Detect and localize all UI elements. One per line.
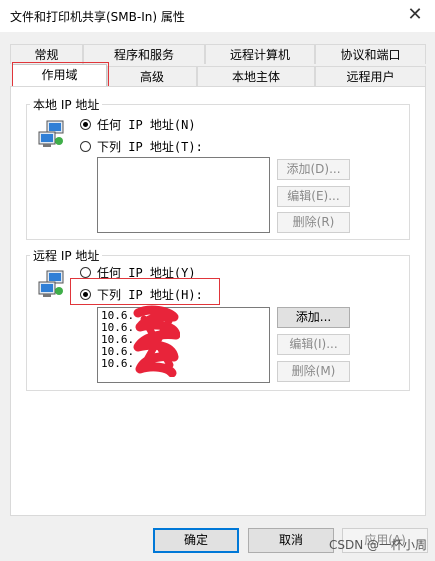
remote-remove-button[interactable]: 删除(M) [277, 361, 350, 382]
local-list-ip-label: 下列 IP 地址(T): [97, 140, 203, 154]
local-edit-button[interactable]: 编辑(E)... [277, 186, 350, 207]
local-any-ip-option[interactable]: 任何 IP 地址(N) [80, 117, 196, 133]
cancel-button[interactable]: 取消 [248, 528, 334, 553]
window-title: 文件和打印机共享(SMB-In) 属性 [10, 10, 185, 24]
local-any-ip-label: 任何 IP 地址(N) [97, 118, 196, 132]
local-ip-group-title: 本地 IP 地址 [30, 96, 103, 113]
local-add-button[interactable]: 添加(D)... [277, 159, 350, 180]
remote-list-option-highlight [70, 278, 220, 305]
tab-programs-services[interactable]: 程序和服务 [83, 44, 205, 64]
local-any-ip-radio[interactable] [80, 119, 91, 130]
close-button[interactable]: ✕ [395, 0, 435, 32]
list-item[interactable]: 10.6. [98, 358, 269, 370]
remote-ip-list[interactable]: 10.6. 10.6. 10.6. 10.6. 10.6. [97, 307, 270, 383]
remote-add-button[interactable]: 添加... [277, 307, 350, 328]
tab-general[interactable]: 常规 [10, 44, 83, 64]
tab-protocols-ports[interactable]: 协议和端口 [315, 44, 426, 64]
remote-any-ip-radio[interactable] [80, 267, 91, 278]
tab-advanced[interactable]: 高级 [107, 66, 197, 86]
local-remove-button[interactable]: 删除(R) [277, 212, 350, 233]
local-list-ip-radio[interactable] [80, 141, 91, 152]
remote-ip-group-title: 远程 IP 地址 [30, 247, 103, 264]
tab-remote-users[interactable]: 远程用户 [315, 66, 426, 86]
watermark: CSDN @一杯小周 [328, 538, 427, 552]
remote-edit-button[interactable]: 编辑(I)... [277, 334, 350, 355]
ok-button[interactable]: 确定 [153, 528, 239, 553]
network-icon [38, 270, 64, 297]
redaction-scribble [133, 305, 180, 377]
network-icon [38, 120, 64, 147]
tab-local-principals[interactable]: 本地主体 [197, 66, 315, 86]
local-list-ip-option[interactable]: 下列 IP 地址(T): [80, 139, 203, 155]
tab-remote-computers[interactable]: 远程计算机 [205, 44, 315, 64]
scope-tab-highlight [12, 62, 109, 89]
local-ip-list[interactable] [97, 157, 270, 233]
